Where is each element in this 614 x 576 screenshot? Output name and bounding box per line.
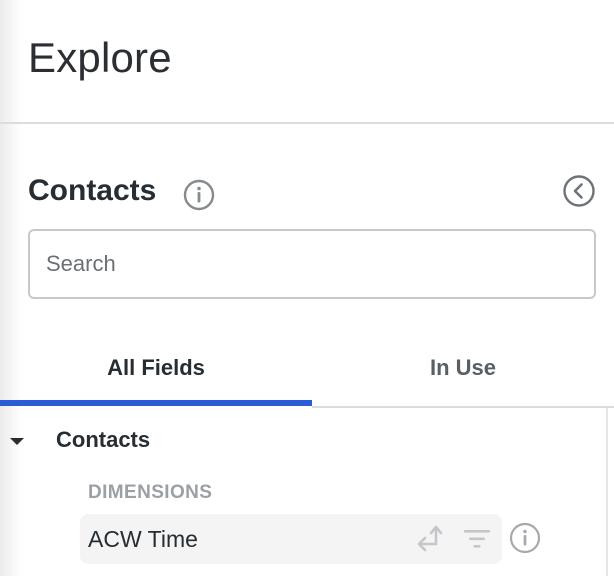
page-title: Explore: [28, 34, 172, 81]
dimensions-heading: DIMENSIONS: [88, 482, 213, 503]
tab-all-fields[interactable]: All Fields: [0, 330, 312, 406]
field-item-acw-time[interactable]: ACW Time: [80, 514, 502, 564]
explore-title: Contacts: [28, 174, 157, 207]
scrollbar-track[interactable]: [606, 408, 608, 576]
search-field[interactable]: [28, 229, 596, 299]
search-input[interactable]: [30, 231, 594, 297]
chevron-left-circle-icon: [563, 175, 595, 207]
field-group-contacts[interactable]: Contacts: [56, 427, 150, 453]
filter-icon[interactable]: [460, 524, 494, 554]
tab-all-fields-label: All Fields: [107, 355, 205, 380]
left-edge-shadow: [0, 0, 22, 576]
header-divider: [0, 122, 614, 124]
field-info-icon[interactable]: [508, 521, 542, 555]
collapse-panel-button[interactable]: [562, 174, 596, 208]
pivot-icon[interactable]: [414, 524, 446, 554]
tab-in-use[interactable]: In Use: [312, 330, 614, 406]
active-tab-indicator: [0, 400, 312, 406]
field-label: ACW Time: [88, 526, 198, 552]
tab-in-use-label: In Use: [429, 355, 497, 380]
tabs-divider: [312, 406, 614, 408]
info-icon[interactable]: [182, 178, 216, 212]
caret-down-icon[interactable]: [8, 432, 26, 450]
